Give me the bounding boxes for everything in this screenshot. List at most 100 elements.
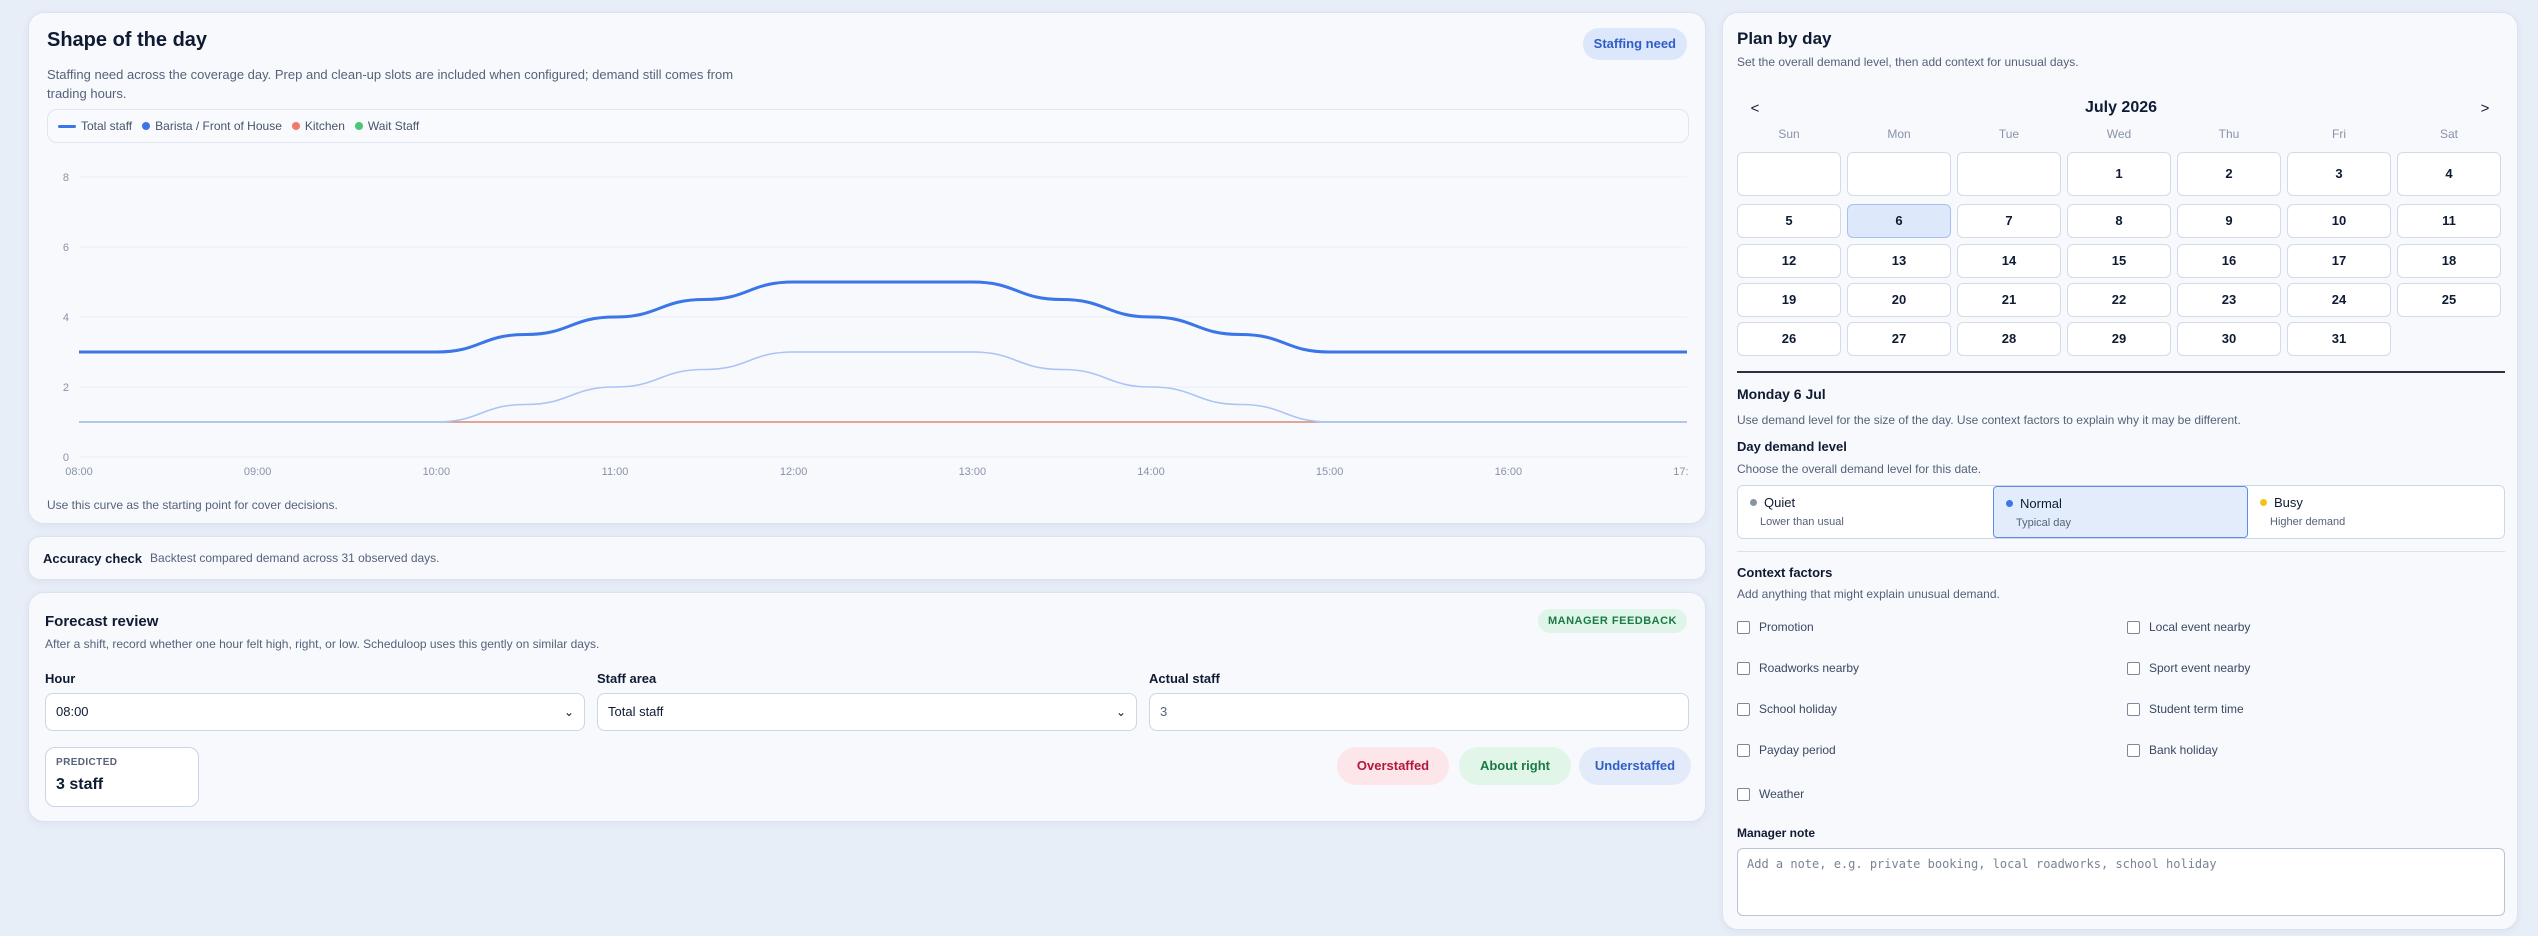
calendar-day[interactable]: 3 — [2287, 152, 2391, 196]
selected-date-help: Use demand level for the size of the day… — [1737, 413, 2241, 427]
accuracy-text: Backtest compared demand across 31 obser… — [150, 551, 440, 565]
context-factor-label: Promotion — [1759, 620, 1814, 634]
weekday-label: Sat — [2439, 127, 2458, 141]
chevron-down-icon: ⌄ — [1115, 705, 1126, 719]
x-tick-label: 09:00 — [244, 466, 272, 478]
calendar-day[interactable]: 5 — [1737, 204, 1841, 238]
context-factor-checkbox[interactable]: School holiday — [1737, 702, 1837, 716]
x-tick-label: 08:00 — [65, 466, 93, 478]
calendar-day[interactable]: 18 — [2397, 244, 2501, 278]
checkbox-icon[interactable] — [1737, 702, 1750, 716]
checkbox-icon[interactable] — [1737, 743, 1750, 757]
manager-feedback-badge: MANAGER FEEDBACK — [1538, 609, 1687, 633]
checkbox-icon[interactable] — [2127, 661, 2140, 675]
calendar-day[interactable]: 21 — [1957, 283, 2061, 317]
context-factor-checkbox[interactable]: Weather — [1737, 787, 1804, 801]
calendar-day[interactable]: 28 — [1957, 322, 2061, 356]
calendar-day[interactable]: 23 — [2177, 283, 2281, 317]
context-factor-checkbox[interactable]: Payday period — [1737, 743, 1836, 757]
calendar-day[interactable]: 1 — [2067, 152, 2171, 196]
manager-note-textarea[interactable]: Add a note, e.g. private booking, local … — [1737, 848, 2505, 916]
calendar-day[interactable]: 15 — [2067, 244, 2171, 278]
checkbox-icon[interactable] — [1737, 620, 1750, 634]
calendar-day[interactable]: 29 — [2067, 322, 2171, 356]
context-factor-label: Student term time — [2149, 702, 2244, 716]
review-title: Forecast review — [45, 613, 159, 630]
context-factor-label: Roadworks nearby — [1759, 661, 1860, 675]
hour-label: Hour — [45, 671, 76, 686]
calendar-day[interactable]: 24 — [2287, 283, 2391, 317]
calendar-day[interactable]: 11 — [2397, 204, 2501, 238]
checkbox-icon[interactable] — [1737, 661, 1750, 675]
calendar-month: July 2026 — [2084, 99, 2158, 116]
overstaffed-button[interactable]: Overstaffed — [1337, 747, 1449, 785]
legend-dot-swatch — [354, 122, 363, 130]
calendar-day[interactable]: 12 — [1737, 244, 1841, 278]
calendar-day[interactable]: 27 — [1847, 322, 1951, 356]
context-factor-checkbox[interactable]: Student term time — [2127, 702, 2244, 716]
chart-legend: Total staff Barista / Front of House Kitch… — [47, 109, 1689, 143]
context-factor-checkbox[interactable]: Roadworks nearby — [1737, 661, 1859, 675]
calendar-day[interactable]: 4 — [2397, 152, 2501, 196]
calendar-day[interactable]: 25 — [2397, 283, 2501, 317]
legend-line-swatch — [58, 124, 76, 128]
demand-level-sublabel: Higher demand — [2270, 516, 2346, 528]
hour-select[interactable]: 08:00 ⌄ — [45, 693, 585, 731]
calendar-day[interactable]: 2 — [2177, 152, 2281, 196]
divider — [1737, 551, 2505, 552]
demand-level-sublabel: Typical day — [2016, 517, 2072, 529]
about-right-button[interactable]: About right — [1459, 747, 1571, 785]
demand-level-busy[interactable]: Busy Higher demand — [2248, 486, 2504, 538]
calendar-day[interactable]: 6 — [1847, 204, 1951, 238]
calendar-day[interactable]: 14 — [1957, 244, 2061, 278]
next-month-button[interactable]: > — [2465, 89, 2505, 129]
accuracy-check-card[interactable]: Accuracy check Backtest compared demand … — [28, 536, 1706, 580]
context-factor-checkbox[interactable]: Sport event nearby — [2127, 661, 2250, 675]
context-factor-checkbox[interactable]: Local event nearby — [2127, 620, 2250, 634]
weekday-label: Sun — [1778, 127, 1800, 141]
understaffed-button[interactable]: Understaffed — [1579, 747, 1691, 785]
actual-staff-label: Actual staff — [1149, 671, 1220, 686]
x-tick-label: 16:00 — [1495, 466, 1523, 478]
calendar-day[interactable]: 20 — [1847, 283, 1951, 317]
accuracy-title: Accuracy check — [43, 550, 143, 566]
checkbox-icon[interactable] — [2127, 620, 2140, 634]
demand-level-row: Busy — [2260, 495, 2494, 510]
calendar-day-empty — [1957, 152, 2061, 196]
calendar-day[interactable]: 30 — [2177, 322, 2281, 356]
calendar-day[interactable]: 9 — [2177, 204, 2281, 238]
staff-area-select[interactable]: Total staff ⌄ — [597, 693, 1137, 731]
status-dot-icon — [1750, 499, 1757, 506]
demand-level-title: Day demand level — [1737, 439, 1847, 454]
context-factor-checkbox[interactable]: Bank holiday — [2127, 743, 2218, 757]
context-factor-checkbox[interactable]: Promotion — [1737, 620, 1814, 634]
legend-label: Barista / Front of House — [155, 119, 282, 133]
context-factors-title: Context factors — [1737, 565, 1833, 580]
review-description: After a shift, record whether one hour f… — [45, 637, 600, 651]
predicted-value: 3 staff — [56, 776, 104, 793]
actual-staff-input[interactable]: 3 — [1149, 693, 1689, 731]
calendar-day[interactable]: 31 — [2287, 322, 2391, 356]
predicted-box: PREDICTED 3 staff — [45, 747, 199, 807]
staffing-need-badge[interactable]: Staffing need — [1582, 28, 1687, 60]
demand-level-quiet[interactable]: Quiet Lower than usual — [1738, 486, 1993, 538]
legend-item: Wait Staff — [354, 119, 419, 133]
calendar-day[interactable]: 16 — [2177, 244, 2281, 278]
checkbox-icon[interactable] — [2127, 743, 2140, 757]
calendar-day[interactable]: 8 — [2067, 204, 2171, 238]
legend-item: Total staff — [58, 119, 132, 133]
checkbox-icon[interactable] — [2127, 702, 2140, 716]
calendar-day[interactable]: 13 — [1847, 244, 1951, 278]
calendar-day[interactable]: 26 — [1737, 322, 1841, 356]
plan-subtitle: Set the overall demand level, then add c… — [1737, 55, 2079, 69]
calendar-day[interactable]: 7 — [1957, 204, 2061, 238]
status-dot-icon — [2006, 500, 2013, 507]
shape-of-day-card: Shape of the day Staffing need Staffing … — [28, 12, 1706, 524]
staff-area-select-value: Total staff — [608, 704, 664, 719]
calendar-day[interactable]: 10 — [2287, 204, 2391, 238]
checkbox-icon[interactable] — [1737, 787, 1750, 801]
demand-level-normal[interactable]: Normal Typical day — [1993, 486, 2248, 538]
calendar-day[interactable]: 19 — [1737, 283, 1841, 317]
calendar-day[interactable]: 17 — [2287, 244, 2391, 278]
calendar-day[interactable]: 22 — [2067, 283, 2171, 317]
